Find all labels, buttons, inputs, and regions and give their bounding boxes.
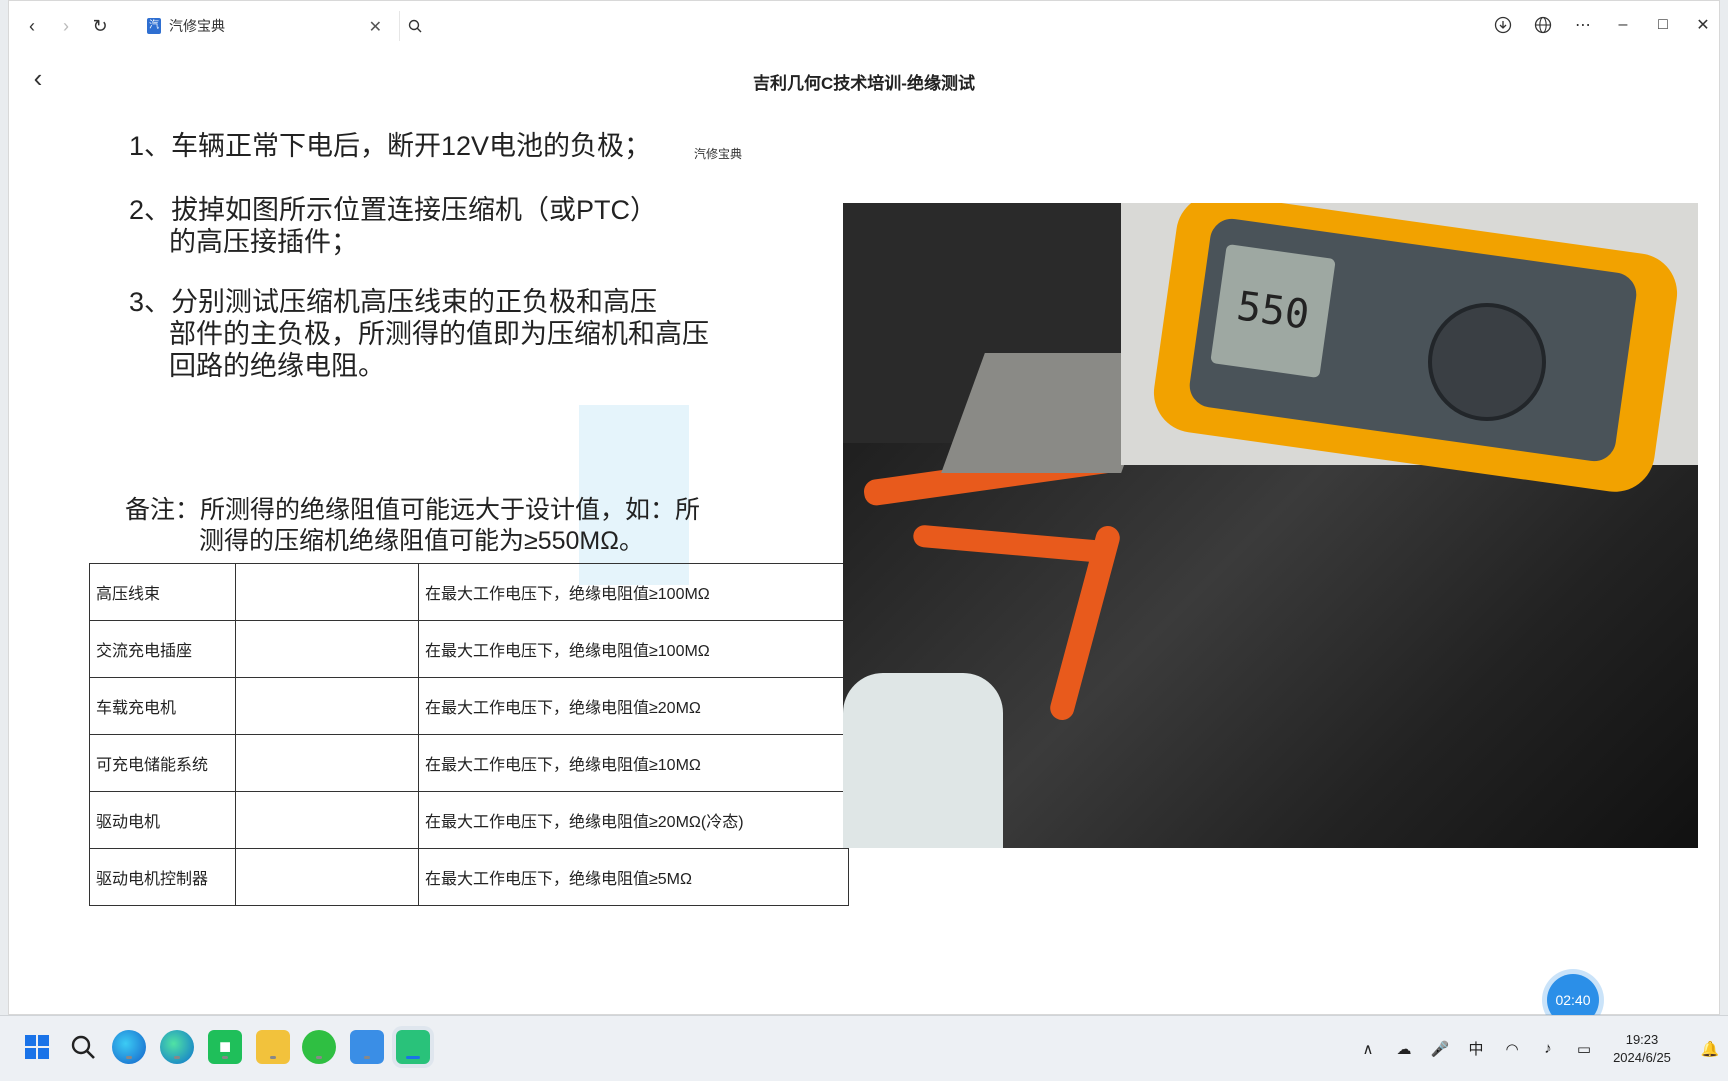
component-name-cell: 交流充电插座 <box>89 620 236 678</box>
download-icon[interactable] <box>1487 9 1519 41</box>
tab-title: 汽修宝典 <box>169 18 225 34</box>
chevron-up-icon[interactable]: ∧ <box>1350 1031 1386 1067</box>
system-tray: ∧ ☁ 🎤 中 ◠ ♪ ▭ 19:23 2024/6/25 🔔 <box>1350 1016 1728 1081</box>
step-3-cont-1: 部件的主负极，所测得的值即为压缩机和高压 <box>169 319 709 349</box>
measured-value-cell <box>235 848 419 906</box>
ime-indicator[interactable]: 中 <box>1458 1031 1494 1067</box>
table-row: 车载充电机 在最大工作电压下，绝缘电阻值≥20MΩ <box>89 677 849 735</box>
table-row: 高压线束 在最大工作电压下，绝缘电阻值≥100MΩ <box>89 563 849 621</box>
browser-window: ‹ › ↻ 汽 汽修宝典 ✕ ⋯ – □ ✕ ‹ 吉利几何C技术培训-绝缘测试 … <box>8 0 1720 1015</box>
favicon-icon: 汽 <box>147 18 161 34</box>
table-row: 交流充电插座 在最大工作电压下，绝缘电阻值≥100MΩ <box>89 620 849 678</box>
microphone-icon[interactable]: 🎤 <box>1422 1031 1458 1067</box>
table-row: 驱动电机控制器 在最大工作电压下，绝缘电阻值≥5MΩ <box>89 848 849 906</box>
step-2: 2、拔掉如图所示位置连接压缩机（或PTC） <box>129 195 658 225</box>
component-name-cell: 驱动电机 <box>89 791 236 849</box>
requirement-cell: 在最大工作电压下，绝缘电阻值≥20MΩ <box>418 677 849 735</box>
more-icon[interactable]: ⋯ <box>1567 9 1599 41</box>
wifi-icon[interactable]: ◠ <box>1494 1031 1530 1067</box>
back-icon[interactable]: ‹ <box>17 11 47 41</box>
component-name-cell: 高压线束 <box>89 563 236 621</box>
step-2-cont: 的高压接插件； <box>169 227 358 257</box>
table-row: 可充电储能系统 在最大工作电压下，绝缘电阻值≥10MΩ <box>89 734 849 792</box>
requirement-cell: 在最大工作电压下，绝缘电阻值≥100MΩ <box>418 620 849 678</box>
engine-bay-photo: 550 <box>843 203 1698 848</box>
step-3-cont-2: 回路的绝缘电阻。 <box>169 351 385 381</box>
notification-bell-icon[interactable]: 🔔 <box>1692 1031 1728 1067</box>
wechat-icon[interactable] <box>302 1030 336 1064</box>
onedrive-icon[interactable]: ☁ <box>1386 1031 1422 1067</box>
close-tab-icon[interactable]: ✕ <box>369 17 382 37</box>
tester-dial <box>1428 303 1546 421</box>
component-name-cell: 驱动电机控制器 <box>89 848 236 906</box>
component-name-cell: 可充电储能系统 <box>89 734 236 792</box>
note: 备注：所测得的绝缘阻值可能远大于设计值，如：所 测得的压缩机绝缘阻值可能为≥55… <box>125 495 745 557</box>
maximize-icon[interactable]: □ <box>1647 9 1679 41</box>
clock-time: 19:23 <box>1625 1031 1659 1047</box>
active-window-icon[interactable] <box>396 1030 430 1064</box>
clock-date: 2024/6/25 <box>1613 1049 1671 1065</box>
measured-value-cell <box>235 791 419 849</box>
clock[interactable]: 19:23 2024/6/25 <box>1602 1031 1682 1067</box>
edge-dev-icon[interactable] <box>112 1030 146 1064</box>
measured-value-cell <box>235 563 419 621</box>
step-1: 1、车辆正常下电后，断开12V电池的负极； <box>129 131 652 161</box>
insulation-spec-table: 高压线束 在最大工作电压下，绝缘电阻值≥100MΩ 交流充电插座 在最大工作电压下，绝… <box>89 563 849 906</box>
minimize-icon[interactable]: – <box>1607 9 1639 41</box>
taskbar-search-icon[interactable] <box>66 1030 100 1064</box>
coolant-reservoir <box>843 673 1003 848</box>
file-explorer-icon[interactable] <box>256 1030 290 1064</box>
close-window-icon[interactable]: ✕ <box>1687 9 1719 41</box>
taskbar: ■ ∧ ☁ 🎤 中 ◠ ♪ ▭ 19:23 2024/6/25 🔔 <box>0 1015 1728 1081</box>
battery-icon[interactable]: ▭ <box>1566 1031 1602 1067</box>
requirement-cell: 在最大工作电压下，绝缘电阻值≥20MΩ(冷态) <box>418 791 849 849</box>
note-line-2: 测得的压缩机绝缘阻值可能为≥550MΩ。 <box>199 527 644 555</box>
page-header: ‹ 吉利几何C技术培训-绝缘测试 <box>9 51 1719 105</box>
search-icon[interactable] <box>399 11 430 41</box>
chat-app-icon[interactable]: ■ <box>208 1030 242 1064</box>
tester-display: 550 <box>1210 243 1336 379</box>
measured-value-cell <box>235 734 419 792</box>
measured-value-cell <box>235 620 419 678</box>
watermark-text: 汽修宝典 <box>694 147 743 161</box>
globe-icon[interactable] <box>1527 9 1559 41</box>
requirement-cell: 在最大工作电压下，绝缘电阻值≥5MΩ <box>418 848 849 906</box>
remote-desktop-icon[interactable] <box>350 1030 384 1064</box>
step-3: 3、分别测试压缩机高压线束的正负极和高压 <box>129 287 658 317</box>
edge-icon[interactable] <box>160 1030 194 1064</box>
title-bar: ‹ › ↻ 汽 汽修宝典 ✕ ⋯ – □ ✕ <box>9 1 1719 51</box>
windows-start-icon[interactable] <box>20 1030 54 1064</box>
requirement-cell: 在最大工作电压下，绝缘电阻值≥10MΩ <box>418 734 849 792</box>
refresh-icon[interactable]: ↻ <box>85 11 115 41</box>
requirement-cell: 在最大工作电压下，绝缘电阻值≥100MΩ <box>418 563 849 621</box>
volume-icon[interactable]: ♪ <box>1530 1031 1566 1067</box>
page-title: 吉利几何C技术培训-绝缘测试 <box>753 74 975 93</box>
measured-value-cell <box>235 677 419 735</box>
window-controls: ⋯ – □ ✕ <box>1487 9 1719 41</box>
table-row: 驱动电机 在最大工作电压下，绝缘电阻值≥20MΩ(冷态) <box>89 791 849 849</box>
slide-content: 汽修宝典 1、车辆正常下电后，断开12V电池的负极； 2、拔掉如图所示位置连接压… <box>9 105 1719 1014</box>
browser-tab[interactable]: 汽 汽修宝典 ✕ <box>129 7 394 45</box>
component-name-cell: 车载充电机 <box>89 677 236 735</box>
forward-icon[interactable]: › <box>51 11 81 41</box>
note-line-1: 备注：所测得的绝缘阻值可能远大于设计值，如：所 <box>125 496 701 524</box>
